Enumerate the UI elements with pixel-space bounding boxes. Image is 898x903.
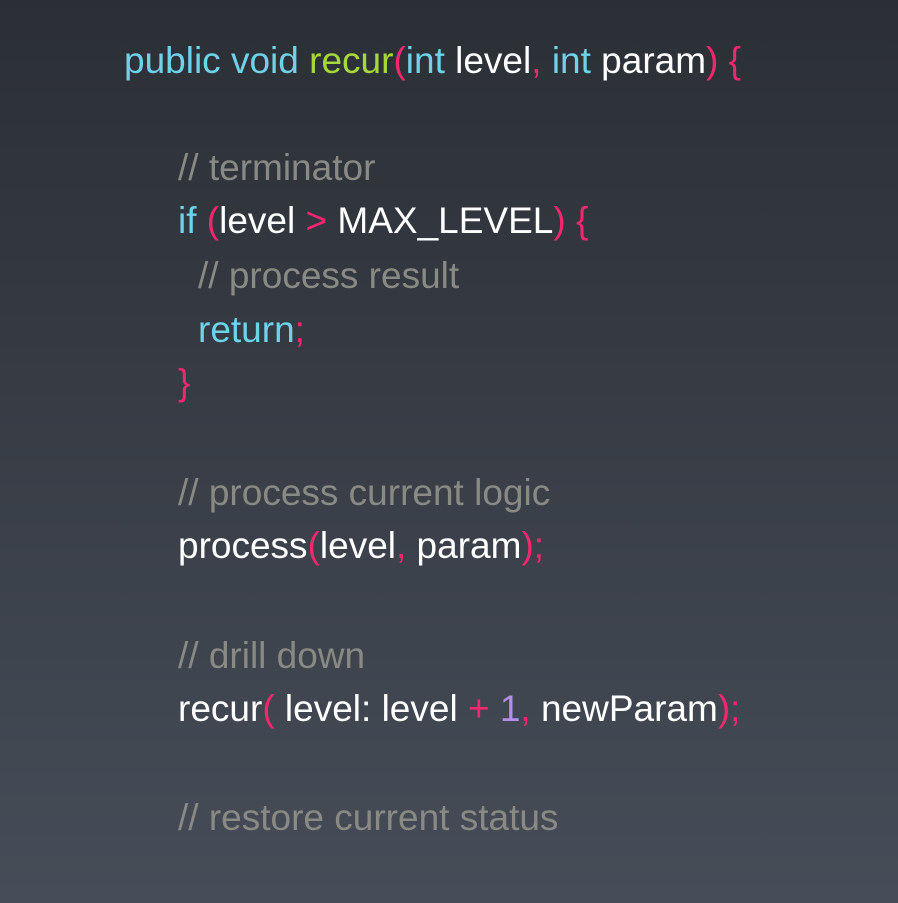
comment-drill-down: // drill down — [178, 635, 366, 676]
number-literal: 1 — [499, 688, 521, 729]
code-slide: public void recur(int level, int param) … — [0, 0, 898, 903]
code-line-process-call: process(level, param); — [178, 525, 545, 566]
code-line-if-condition: if (level > MAX_LEVEL) { — [178, 200, 589, 241]
comment-process-result: // process result — [198, 255, 460, 296]
code-line-return: return; — [198, 309, 305, 350]
keyword-if: if — [178, 200, 197, 241]
function-name-recur: recur — [309, 40, 394, 81]
keyword-public: public — [124, 40, 221, 81]
comment-terminator: // terminator — [178, 147, 376, 188]
comment-restore-current-status: // restore current status — [178, 797, 559, 838]
code-line-recur-call: recur( level: level + 1, newParam); — [178, 688, 741, 729]
keyword-int: int — [405, 40, 445, 81]
code-line-close-brace: } — [178, 362, 191, 403]
comment-process-current-logic: // process current logic — [178, 472, 551, 513]
param-param: param — [590, 40, 707, 81]
function-call-process: process — [178, 525, 308, 566]
function-call-recur: recur — [178, 688, 263, 729]
keyword-void: void — [230, 40, 299, 81]
constant-max-level: MAX_LEVEL — [337, 200, 554, 241]
keyword-int: int — [551, 40, 591, 81]
code-line-signature: public void recur(int level, int param) … — [124, 40, 742, 81]
param-level: level — [444, 40, 532, 81]
keyword-return: return — [198, 309, 295, 350]
